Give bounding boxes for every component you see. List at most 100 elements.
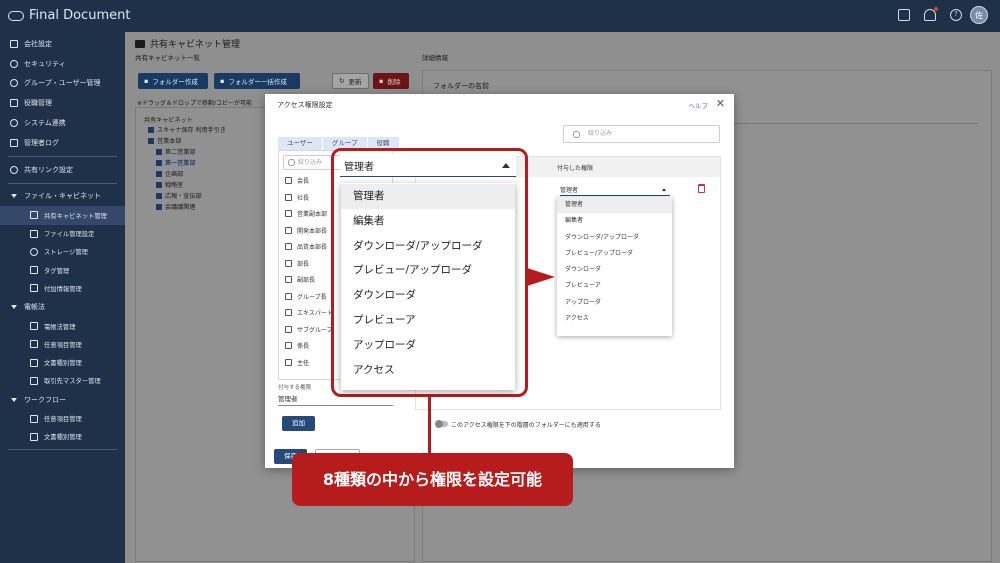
help-icon[interactable]: ? — [950, 9, 962, 21]
sidebar-item-security[interactable]: セキュリティ — [0, 54, 125, 74]
menu-item[interactable]: プレビュー/アップローダ — [557, 246, 672, 262]
list-item[interactable]: 主任 — [285, 358, 309, 367]
sidebar-item-groups-users[interactable]: グループ・ユーザー管理 — [0, 74, 125, 94]
sidebar-item-workflow[interactable]: ワークフロー — [0, 390, 125, 410]
menu-item[interactable]: ダウンローダ — [557, 262, 672, 278]
sidebar-item-share-link[interactable]: 共有リンク設定 — [0, 160, 125, 180]
list-item[interactable]: エキスパート — [285, 308, 333, 317]
callout-banner: 8種類の中から権限を設定可能 — [292, 453, 573, 506]
sidebar-item-shared-cabinet[interactable]: 共有キャビネット管理 — [0, 206, 125, 225]
menu-item[interactable]: プレビューア — [557, 278, 672, 294]
list-item[interactable]: 社長 — [285, 193, 309, 202]
list-item[interactable]: 係長 — [285, 341, 309, 350]
tree-item[interactable]: 共有キャビネット — [144, 115, 193, 124]
trash-icon[interactable] — [698, 184, 705, 193]
drag-drop-note: ※ドラッグ＆ドロップで移動/コピーが可能 — [137, 100, 253, 107]
sidebar-item-file-cabinet[interactable]: ファイル・キャビネット — [0, 187, 125, 207]
apply-children-label: このアクセス権限を下の階層のフォルダーにも適用する — [451, 422, 601, 429]
checkbox[interactable] — [285, 326, 292, 333]
checkbox[interactable] — [285, 194, 292, 201]
checkbox[interactable] — [285, 342, 292, 349]
partner-icon — [30, 376, 38, 385]
granted-permission-select[interactable]: 管理者 — [560, 185, 670, 196]
menu-item[interactable]: ダウンローダ/アップローダ — [557, 230, 672, 246]
close-icon[interactable]: ✕ — [716, 97, 725, 110]
book-icon[interactable] — [898, 9, 910, 21]
checkbox[interactable] — [285, 309, 292, 316]
chevron-down-icon — [11, 397, 17, 402]
checkbox[interactable] — [285, 210, 292, 217]
checkbox[interactable] — [285, 260, 292, 267]
plus-icon[interactable] — [156, 203, 162, 210]
checkbox[interactable] — [285, 276, 292, 283]
menu-item[interactable]: 管理者 — [557, 197, 672, 214]
plus-icon[interactable] — [156, 159, 162, 166]
sidebar-item-partner-master[interactable]: 取引先マスター管理 — [0, 372, 125, 390]
checkbox[interactable] — [285, 177, 292, 184]
menu-item[interactable]: アクセス — [557, 311, 672, 327]
sidebar-item-system-integration[interactable]: システム連携 — [0, 113, 125, 133]
bulk-create-button[interactable]: ▪ フォルダー一括作成 — [214, 73, 300, 89]
sidebar-item-wf-custom-fields[interactable]: 任意項目管理 — [0, 410, 125, 428]
menu-item[interactable]: アップローダ — [557, 295, 672, 311]
checkbox[interactable] — [285, 243, 292, 250]
callout-arrow — [527, 268, 555, 286]
tree-item[interactable]: 企画部 — [156, 169, 183, 178]
plus-icon[interactable] — [156, 148, 162, 155]
sidebar-item-wf-doc-types[interactable]: 文書種別管理 — [0, 428, 125, 446]
list-item[interactable]: 開発本部長 — [285, 226, 327, 235]
sidebar-item-extra-info[interactable]: 付加情報管理 — [0, 279, 125, 297]
list-item[interactable]: 品質本部長 — [285, 242, 327, 251]
tree-item[interactable]: 戦略室 — [156, 180, 183, 189]
grant-permission-label: 付与する権限 — [278, 385, 312, 391]
sidebar-item-ebook-law-admin[interactable]: 電帳法管理 — [0, 317, 125, 335]
plus-icon[interactable] — [148, 126, 154, 133]
list-item[interactable]: 会長 — [285, 176, 309, 185]
tree-item[interactable]: 営業本部 — [148, 136, 181, 145]
tab-user[interactable]: ユーザー — [278, 137, 322, 150]
delete-button[interactable]: ▪ 削除 — [373, 73, 409, 89]
list-item[interactable]: 営業副本部 — [285, 209, 327, 218]
sidebar-item-ebook-law[interactable]: 電帳法 — [0, 297, 125, 317]
tree-item[interactable]: スキャナ保存 利用手引き — [148, 125, 226, 134]
list-item[interactable]: 部長 — [285, 259, 309, 268]
help-link[interactable]: ヘルプ — [689, 100, 709, 110]
sidebar-item-admin-log[interactable]: 管理者ログ — [0, 133, 125, 153]
bell-icon[interactable] — [924, 7, 938, 21]
sidebar-item-file-settings[interactable]: ファイル管理設定 — [0, 225, 125, 243]
plus-icon[interactable] — [156, 181, 162, 188]
minus-icon[interactable] — [148, 137, 154, 144]
sidebar-item-storage[interactable]: ストレージ管理 — [0, 243, 125, 261]
document-icon — [30, 358, 38, 367]
plus-icon[interactable] — [156, 192, 162, 199]
checkbox[interactable] — [285, 227, 292, 234]
list-item[interactable]: グループ長 — [285, 292, 327, 301]
sidebar-item-company-settings[interactable]: 会社設定 — [0, 34, 125, 54]
plus-icon[interactable] — [156, 170, 162, 177]
sidebar: 会社設定 セキュリティ グループ・ユーザー管理 役職管理 システム連携 管理者ロ… — [0, 32, 125, 563]
tree-item[interactable]: 広報・宣伝部 — [156, 191, 202, 200]
sidebar-item-doc-types[interactable]: 文書種別管理 — [0, 353, 125, 371]
checkbox[interactable] — [285, 359, 292, 366]
tree-item-selected[interactable]: 第一営業部 — [154, 158, 198, 167]
storage-icon — [30, 247, 38, 256]
create-folder-button[interactable]: ▪ フォルダー作成 — [138, 73, 208, 89]
sidebar-item-tags[interactable]: タグ管理 — [0, 261, 125, 279]
apply-children-toggle[interactable] — [435, 420, 448, 428]
tree-item[interactable]: 第二営業部 — [156, 147, 195, 156]
granted-search-input[interactable]: 絞り込み — [563, 125, 720, 143]
sidebar-item-positions[interactable]: 役職管理 — [0, 93, 125, 113]
add-button[interactable]: 追加 — [282, 416, 315, 431]
menu-item[interactable]: 編集者 — [557, 213, 672, 229]
cloud-sync-icon — [10, 119, 18, 128]
list-item[interactable]: 副部長 — [285, 275, 315, 284]
zoom-menu-item: ダウンローダ/アップローダ — [353, 239, 483, 252]
app-logo[interactable]: Final Document — [8, 8, 130, 23]
tree-item[interactable]: 会議議関連 — [156, 202, 195, 211]
avatar[interactable]: 佐 — [970, 6, 988, 24]
trash-icon: ▪ — [379, 77, 384, 85]
list-item[interactable]: サブグループ — [285, 325, 333, 334]
refresh-button[interactable]: ↻ 更新 — [332, 73, 369, 89]
sidebar-item-custom-fields[interactable]: 任意項目管理 — [0, 335, 125, 353]
checkbox[interactable] — [285, 293, 292, 300]
